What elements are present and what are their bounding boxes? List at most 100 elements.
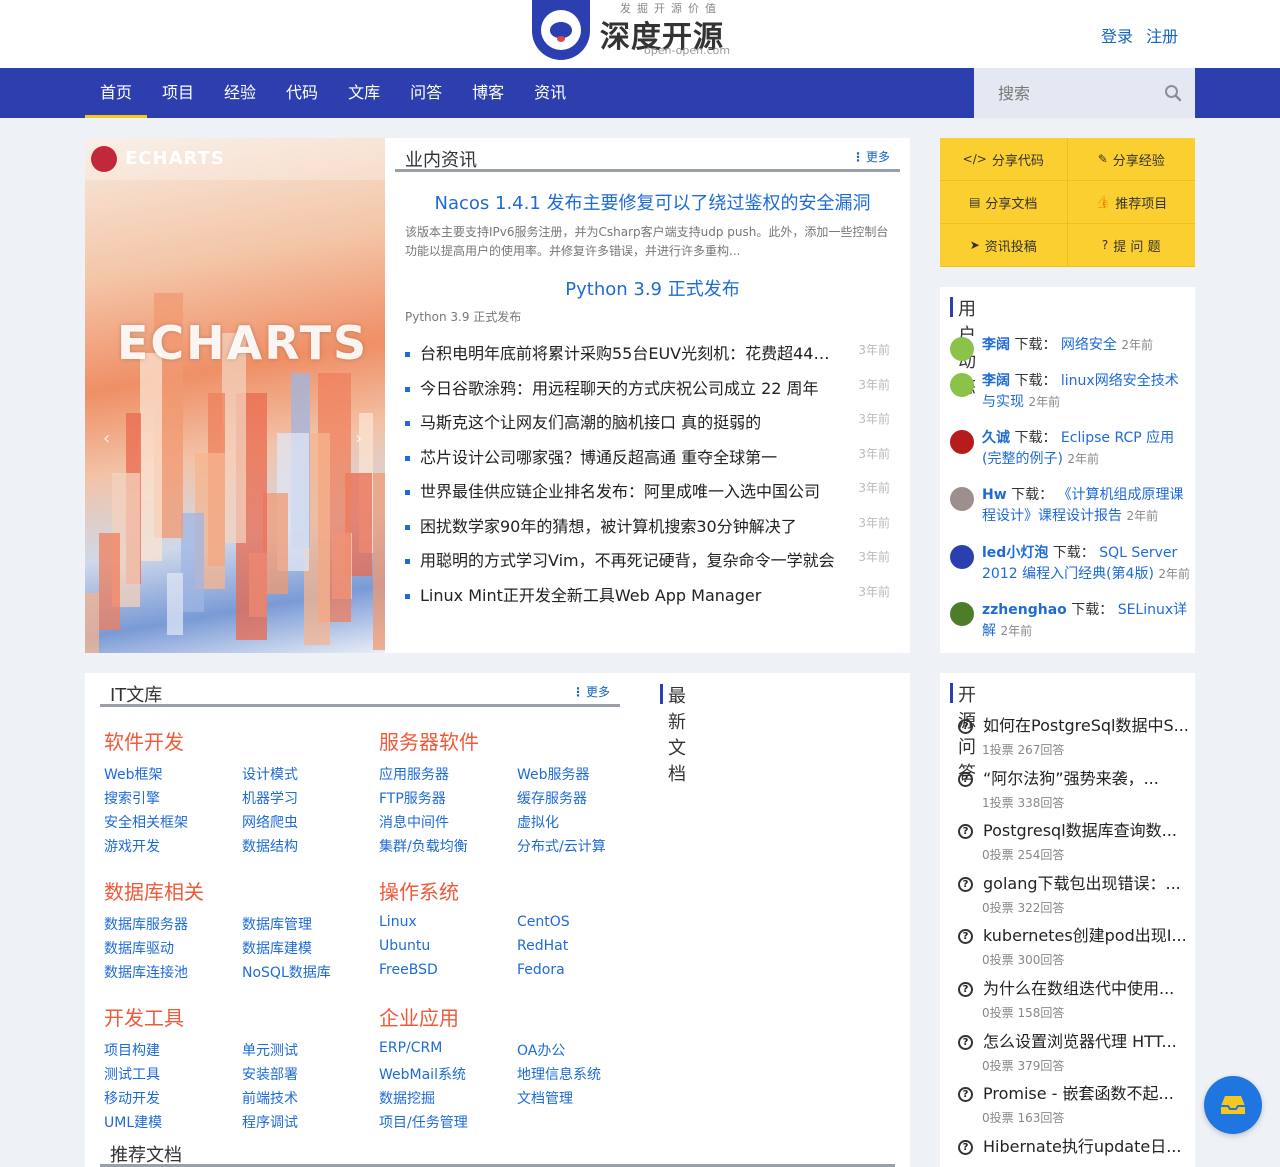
qa-question-text[interactable]: Promise - 嵌套函数不起... <box>983 1084 1174 1103</box>
register-link[interactable]: 注册 <box>1146 27 1178 46</box>
library-category-link[interactable]: 游戏开发 <box>104 836 160 856</box>
search-icon[interactable] <box>1164 84 1182 102</box>
banner-prev-icon[interactable]: ‹ <box>103 428 110 449</box>
featured-news-title[interactable]: Python 3.9 正式发布 <box>395 275 910 301</box>
qa-question-text[interactable]: Hibernate执行update日... <box>983 1137 1181 1156</box>
nav-item[interactable]: 经验 <box>209 68 271 118</box>
nav-item[interactable]: 问答 <box>395 68 457 118</box>
qa-question[interactable]: ? Promise - 嵌套函数不起... <box>958 1083 1190 1105</box>
news-list-item[interactable]: Linux Mint正开发全新工具Web App Manager 3年前 <box>405 583 890 618</box>
qa-question[interactable]: ? golang下载包出现错误：... <box>958 873 1190 895</box>
news-list-item[interactable]: 困扰数学家90年的猜想，被计算机搜索30分钟解决了 3年前 <box>405 514 890 549</box>
library-category-link[interactable]: 安装部署 <box>242 1064 298 1084</box>
qa-question[interactable]: ? Postgresql数据库查询数... <box>958 820 1190 842</box>
news-list-item[interactable]: 台积电明年底前将累计采购55台EUV光刻机：花费超44亿美元 3年前 <box>405 341 890 376</box>
library-category-link[interactable]: Linux <box>379 914 417 930</box>
library-category-link[interactable]: 网络爬虫 <box>242 812 298 832</box>
library-category-link[interactable]: Ubuntu <box>379 938 430 954</box>
nav-item[interactable]: 博客 <box>457 68 519 118</box>
qa-question-text[interactable]: 怎么设置浏览器代理 HTT... <box>983 1032 1177 1051</box>
floating-inbox-button[interactable] <box>1204 1076 1262 1134</box>
nav-item[interactable]: 资讯 <box>519 68 581 118</box>
library-category-link[interactable]: 移动开发 <box>104 1088 160 1108</box>
library-category-link[interactable]: 设计模式 <box>242 764 298 784</box>
library-category-link[interactable]: FTP服务器 <box>379 788 446 808</box>
news-item-title[interactable]: 困扰数学家90年的猜想，被计算机搜索30分钟解决了 <box>420 514 835 540</box>
library-category-link[interactable]: 数据库管理 <box>242 914 312 934</box>
library-category-link[interactable]: 数据库驱动 <box>104 938 174 958</box>
activity-user[interactable]: zzhenghao <box>982 602 1067 618</box>
library-category-link[interactable]: 数据结构 <box>242 836 298 856</box>
qa-question[interactable]: ? “阿尔法狗”强势来袭，... <box>958 768 1190 790</box>
banner-next-icon[interactable]: › <box>355 428 362 449</box>
news-item-title[interactable]: 用聪明的方式学习Vim，不再死记硬背，复杂命令一学就会 <box>420 548 835 574</box>
nav-item[interactable]: 文库 <box>333 68 395 118</box>
avatar[interactable] <box>950 430 974 454</box>
activity-user[interactable]: 李阔 <box>982 337 1010 353</box>
library-category-link[interactable]: 安全相关框架 <box>104 812 188 832</box>
search-input[interactable] <box>974 68 1154 118</box>
library-category-link[interactable]: 项目/任务管理 <box>379 1112 468 1132</box>
avatar[interactable] <box>950 487 974 511</box>
library-category-link[interactable]: 数据库建模 <box>242 938 312 958</box>
library-category-title[interactable]: 数据库相关 <box>104 876 204 905</box>
share-button-6[interactable]: ? 提 问 题 <box>1067 224 1195 267</box>
library-category-link[interactable]: 数据库服务器 <box>104 914 188 934</box>
library-category-link[interactable]: 地理信息系统 <box>517 1064 601 1084</box>
library-category-link[interactable]: RedHat <box>517 938 568 954</box>
library-category-title[interactable]: 操作系统 <box>379 876 459 905</box>
library-category-link[interactable]: NoSQL数据库 <box>242 962 331 982</box>
library-category-link[interactable]: 机器学习 <box>242 788 298 808</box>
activity-resource[interactable]: 网络安全 <box>1061 337 1117 353</box>
library-category-link[interactable]: 缓存服务器 <box>517 788 587 808</box>
news-list-item[interactable]: 芯片设计公司哪家强？博通反超高通 重夺全球第一 3年前 <box>405 445 890 480</box>
library-category-link[interactable]: Web服务器 <box>517 764 590 784</box>
library-category-link[interactable]: 应用服务器 <box>379 764 449 784</box>
share-button-1[interactable]: </> 分享代码 <box>940 138 1068 181</box>
share-button-2[interactable]: ✎ 分享经验 <box>1067 138 1195 181</box>
qa-question[interactable]: ? kubernetes创建pod出现I... <box>958 925 1190 947</box>
login-link[interactable]: 登录 <box>1101 27 1133 46</box>
library-category-link[interactable]: 文档管理 <box>517 1088 573 1108</box>
library-category-link[interactable]: UML建模 <box>104 1112 162 1132</box>
news-list-item[interactable]: 用聪明的方式学习Vim，不再死记硬背，复杂命令一学就会 3年前 <box>405 548 890 583</box>
library-category-link[interactable]: 消息中间件 <box>379 812 449 832</box>
library-category-link[interactable]: 程序调试 <box>242 1112 298 1132</box>
qa-question[interactable]: ? 怎么设置浏览器代理 HTT... <box>958 1031 1190 1053</box>
library-category-link[interactable]: 前端技术 <box>242 1088 298 1108</box>
news-item-title[interactable]: Linux Mint正开发全新工具Web App Manager <box>420 583 835 609</box>
library-category-link[interactable]: ERP/CRM <box>379 1040 442 1056</box>
site-logo[interactable]: 发掘开源价值 深度开源 open-open.com <box>532 0 742 62</box>
avatar[interactable] <box>950 602 974 626</box>
news-more-link[interactable]: 更多 <box>852 148 890 165</box>
library-category-link[interactable]: WebMail系统 <box>379 1064 466 1084</box>
avatar[interactable] <box>950 373 974 397</box>
news-item-title[interactable]: 今日谷歌涂鸦：用远程聊天的方式庆祝公司成立 22 周年 <box>420 376 835 402</box>
library-category-link[interactable]: 测试工具 <box>104 1064 160 1084</box>
activity-user[interactable]: 久诚 <box>982 430 1010 446</box>
activity-user[interactable]: led小灯泡 <box>982 545 1048 561</box>
library-category-link[interactable]: 分布式/云计算 <box>517 836 606 856</box>
library-category-link[interactable]: OA办公 <box>517 1040 565 1060</box>
banner-carousel[interactable]: ECHARTS ECHARTS ‹ › <box>85 138 385 653</box>
activity-user[interactable]: 李阔 <box>982 373 1010 389</box>
news-item-title[interactable]: 马斯克这个让网友们高潮的脑机接口 真的挺弱的 <box>420 410 835 436</box>
qa-question-text[interactable]: Postgresql数据库查询数... <box>983 821 1177 840</box>
featured-news-title[interactable]: Nacos 1.4.1 发布主要修复可以了绕过鉴权的安全漏洞 <box>395 189 910 215</box>
share-button-5[interactable]: ➤ 资讯投稿 <box>940 224 1068 267</box>
avatar[interactable] <box>950 545 974 569</box>
news-list-item[interactable]: 世界最佳供应链企业排名发布：阿里成唯一入选中国公司 3年前 <box>405 479 890 514</box>
qa-question[interactable]: ? 如何在PostgreSql数据中S... <box>958 715 1190 737</box>
qa-question-text[interactable]: 为什么在数组迭代中使用... <box>983 979 1174 998</box>
nav-item[interactable]: 项目 <box>147 68 209 118</box>
library-category-title[interactable]: 软件开发 <box>104 726 184 755</box>
qa-question-text[interactable]: golang下载包出现错误：... <box>983 874 1181 893</box>
news-item-title[interactable]: 芯片设计公司哪家强？博通反超高通 重夺全球第一 <box>420 445 835 471</box>
activity-resource[interactable]: linux网络安全技术与实现 <box>982 373 1179 410</box>
library-category-link[interactable]: 数据库连接池 <box>104 962 188 982</box>
library-category-link[interactable]: 集群/负载均衡 <box>379 836 468 856</box>
library-category-title[interactable]: 开发工具 <box>104 1002 184 1031</box>
news-item-title[interactable]: 世界最佳供应链企业排名发布：阿里成唯一入选中国公司 <box>420 479 835 505</box>
nav-item[interactable]: 首页 <box>85 68 148 118</box>
activity-user[interactable]: Hw <box>982 487 1007 503</box>
